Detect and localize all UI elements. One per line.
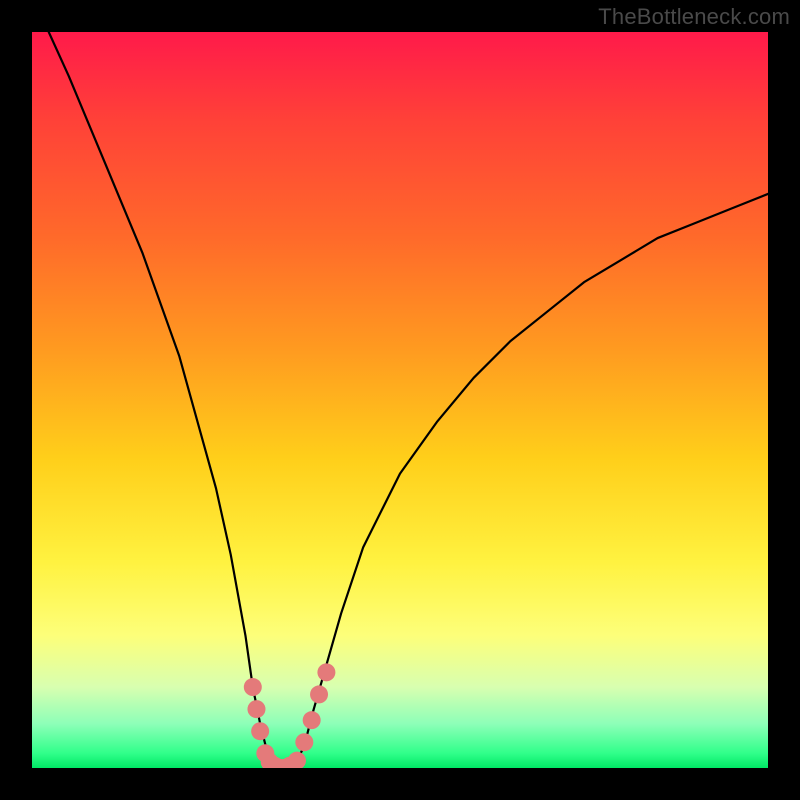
marker-dot [303,711,321,729]
bottleneck-curve-svg [32,32,768,768]
curve-layer [32,32,768,768]
marker-dot [288,752,306,768]
marker-dot [244,678,262,696]
chart-frame: TheBottleneck.com [0,0,800,800]
marker-dot [310,685,328,703]
bottleneck-curve [32,32,768,768]
marker-layer [244,663,336,768]
marker-dot [251,722,269,740]
marker-dot [247,700,265,718]
watermark-text: TheBottleneck.com [598,4,790,30]
plot-area [32,32,768,768]
marker-dot [317,663,335,681]
marker-dot [295,733,313,751]
